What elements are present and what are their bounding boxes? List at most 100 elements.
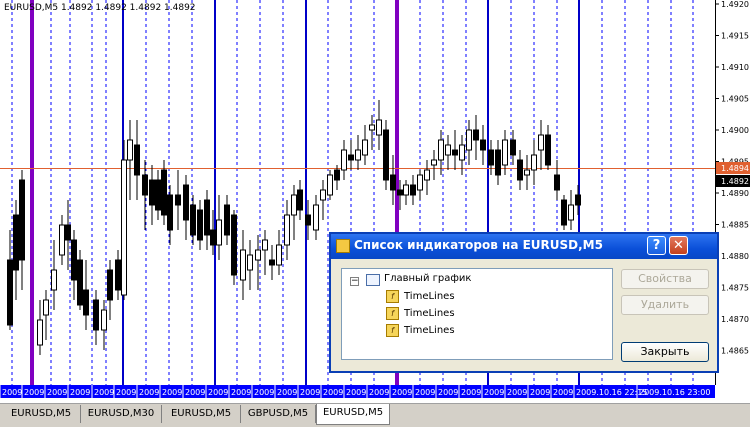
candle-body: [51, 269, 57, 291]
candle-body: [107, 269, 113, 301]
tree-root-main-chart[interactable]: Главный график: [384, 273, 471, 284]
time-tick-label: 2009: [24, 388, 44, 397]
indicators-tree[interactable]: − Главный график f TimeLines f TimeLines…: [341, 268, 613, 360]
candle-body: [369, 124, 375, 131]
candle-body: [115, 259, 121, 291]
chart-tabs-bar: EURUSD,M5 EURUSD,M30 EURUSD,M5 GBPUSD,M5…: [0, 403, 750, 427]
time-tick-label: 2009: [70, 388, 90, 397]
tree-item-indicator[interactable]: TimeLines: [404, 291, 455, 302]
candle-body: [127, 139, 133, 161]
candle-body: [466, 129, 472, 151]
candle-body: [7, 259, 13, 326]
candle-body: [424, 169, 430, 181]
candle-body: [210, 229, 216, 246]
tab-eurusd-m30[interactable]: EURUSD,M30: [81, 405, 162, 423]
time-tick-label: 2009: [94, 388, 114, 397]
candle-body: [297, 189, 303, 211]
tree-item-indicator[interactable]: TimeLines: [404, 325, 455, 336]
price-tick-label: 1.4885: [721, 221, 749, 230]
candle-body: [167, 194, 173, 231]
time-tick-label: 2009: [507, 388, 527, 397]
candle-body: [13, 214, 19, 271]
time-tick-label: 2009: [208, 388, 228, 397]
time-tick-label: 2009: [484, 388, 504, 397]
candle-body: [255, 249, 261, 261]
indicators-icon: [336, 239, 350, 253]
candle-body: [473, 129, 479, 141]
delete-button[interactable]: Удалить: [621, 295, 709, 315]
candle-body: [524, 169, 530, 176]
time-tick-label: 2009: [2, 388, 22, 397]
time-tick-label: 2009: [346, 388, 366, 397]
candle-body: [134, 144, 140, 176]
candle-body: [77, 259, 83, 306]
tab-eurusd-m5-2[interactable]: EURUSD,M5: [162, 405, 241, 423]
candle-body: [284, 214, 290, 246]
price-tick-label: 1.4900: [721, 126, 749, 135]
collapse-icon[interactable]: −: [350, 277, 359, 286]
time-tick-label: 2009: [116, 388, 136, 397]
custom-indicator-icon: f: [386, 324, 399, 337]
dialog-titlebar[interactable]: Список индикаторов на EURUSD,M5 ? ✕: [331, 234, 717, 259]
candle-body: [247, 254, 253, 271]
candle-body: [480, 139, 486, 151]
candle-body: [383, 129, 389, 181]
time-tick-label: 2009: [369, 388, 389, 397]
price-tick-label: 1.4910: [721, 63, 749, 72]
candle-body: [291, 194, 297, 216]
dialog-close-icon[interactable]: ✕: [669, 236, 688, 255]
candle-body: [161, 169, 167, 216]
candle-body: [517, 159, 523, 181]
candle-body: [37, 319, 43, 346]
candle-body: [495, 149, 501, 176]
candle-body: [568, 204, 574, 221]
close-button[interactable]: Закрыть: [621, 342, 709, 362]
candle-body: [204, 199, 210, 236]
time-tick-label: 2009: [415, 388, 435, 397]
chart-window-icon: [366, 274, 380, 286]
price-tick-label: 1.4915: [721, 32, 749, 41]
candle-body: [216, 219, 222, 246]
price-tick-label: 1.4920: [721, 0, 749, 9]
time-tick-label: 2009: [323, 388, 343, 397]
candle-body: [538, 134, 544, 151]
candle-body: [403, 184, 409, 196]
candle-body: [197, 209, 203, 241]
price-tick-label: 1.4905: [721, 95, 749, 104]
time-tick-label: 2009: [438, 388, 458, 397]
candle-body: [348, 154, 354, 161]
symbol-ohlc-label: EURUSD,M5 1.4892 1.4892 1.4892 1.4892: [4, 3, 196, 13]
candle-body: [224, 204, 230, 236]
time-tick-label: 2009: [254, 388, 274, 397]
custom-indicator-icon: f: [386, 307, 399, 320]
time-tick-label: 2009: [461, 388, 481, 397]
candle-body: [438, 139, 444, 161]
candle-body: [452, 149, 458, 156]
price-tick-label: 1.4875: [721, 284, 749, 293]
tree-item-indicator[interactable]: TimeLines: [404, 308, 455, 319]
tab-eurusd-m5-active[interactable]: EURUSD,M5: [316, 404, 390, 425]
price-tick-label: 1.4865: [721, 347, 749, 356]
candle-body: [93, 299, 99, 331]
candle-body: [19, 179, 25, 261]
candle-body: [397, 189, 403, 196]
candle-body: [362, 139, 368, 156]
candle-body: [545, 134, 551, 166]
indicators-list-dialog: Список индикаторов на EURUSD,M5 ? ✕ − Гл…: [329, 232, 719, 373]
candle-body: [431, 159, 437, 166]
candle-body: [531, 154, 537, 171]
help-button[interactable]: ?: [647, 236, 666, 255]
time-tick-label: 2009: [162, 388, 182, 397]
candle-body: [183, 184, 189, 221]
candle-body: [575, 194, 581, 206]
candle-body: [155, 179, 161, 211]
current-price-label: 1.4894: [721, 164, 749, 173]
time-tick-label: 2009: [300, 388, 320, 397]
tab-gbpusd-m5[interactable]: GBPUSD,M5: [241, 405, 316, 423]
candle-body: [175, 194, 181, 206]
properties-button[interactable]: Свойства: [621, 269, 709, 289]
price-tick-label: 1.4880: [721, 252, 749, 261]
tab-eurusd-m5-1[interactable]: EURUSD,M5: [2, 405, 81, 423]
candle-body: [313, 204, 319, 231]
last-price-label: 1.4892: [721, 177, 749, 186]
